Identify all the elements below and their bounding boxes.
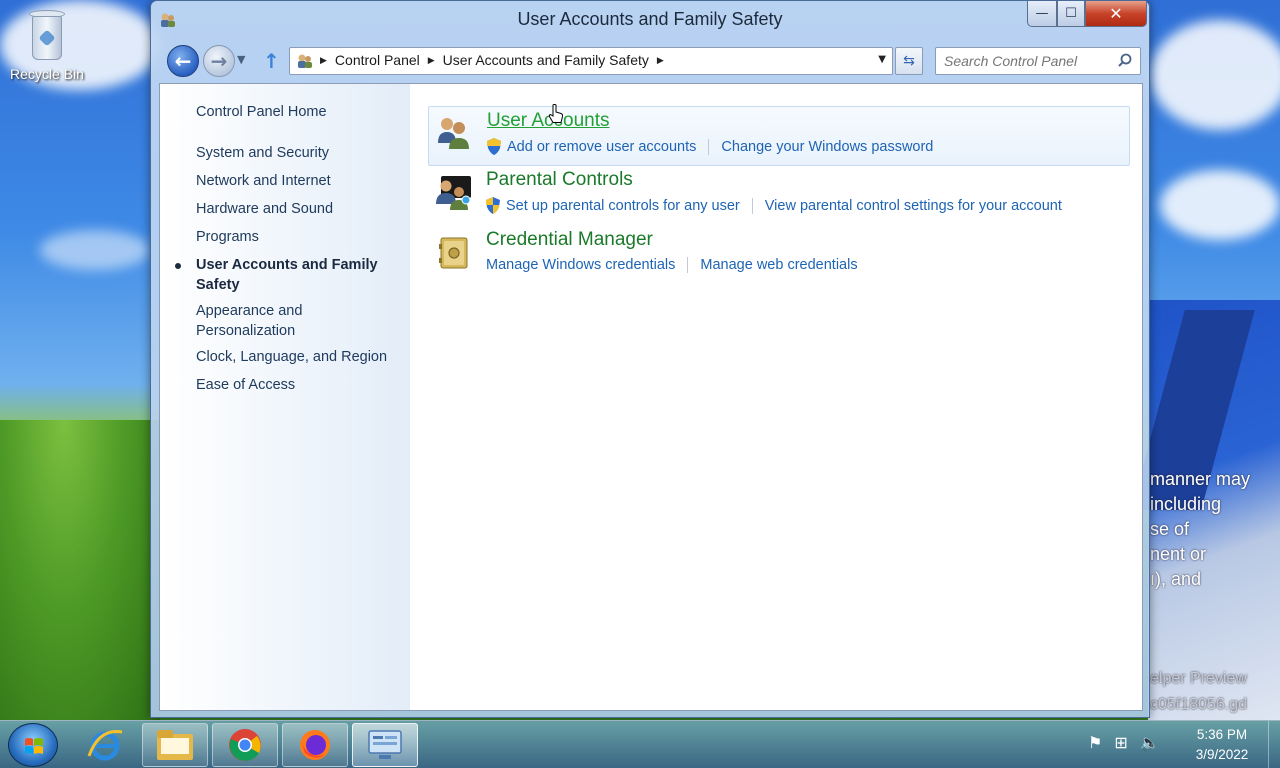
show-desktop-button[interactable] [1268, 721, 1280, 768]
sidebar-item-ease-of-access[interactable]: Ease of Access [196, 375, 396, 395]
search-input[interactable] [936, 48, 1112, 74]
sidebar-item-system-and-security[interactable]: System and Security [196, 143, 396, 163]
control-panel-icon [368, 730, 402, 759]
search-box[interactable] [935, 47, 1141, 75]
link-divider [708, 138, 710, 155]
minimize-button[interactable]: — [1027, 1, 1057, 27]
category-title[interactable]: Parental Controls [486, 169, 633, 191]
sidebar-item-user-accounts[interactable]: User Accounts and Family Safety [175, 255, 396, 295]
firefox-icon [300, 730, 330, 760]
desktop-text-line: nent or [1150, 544, 1207, 564]
internet-explorer-icon [87, 730, 123, 761]
uac-shield-icon [487, 138, 501, 155]
window-title: User Accounts and Family Safety [517, 9, 783, 29]
breadcrumb: ▶ Control Panel ▶ User Accounts and Fami… [320, 52, 664, 68]
file-explorer-icon [157, 730, 193, 760]
set-up-parental-controls-link[interactable]: Set up parental controls for any user [506, 198, 740, 214]
recent-pages-dropdown[interactable]: ▼ [237, 53, 245, 66]
chrome-taskbar-button[interactable] [212, 723, 278, 767]
system-tray: ⚑ ⊞ 🔈 [1088, 733, 1160, 752]
forward-button[interactable]: → [203, 45, 235, 77]
parental-controls-icon [436, 176, 471, 210]
action-center-flag-icon[interactable]: ⚑ [1088, 733, 1102, 752]
desktop-hill [0, 420, 160, 720]
current-bullet-icon [175, 263, 181, 269]
recycle-bin-icon [26, 6, 68, 62]
address-dropdown-icon[interactable]: ▼ [878, 54, 886, 65]
desktop-text-line: ı), and [1150, 569, 1202, 589]
address-bar[interactable]: ▶ Control Panel ▶ User Accounts and Fami… [289, 47, 893, 75]
add-remove-user-accounts-link[interactable]: Add or remove user accounts [507, 139, 696, 155]
search-icon[interactable] [1118, 53, 1132, 67]
close-button[interactable]: ✕ [1085, 1, 1147, 27]
desktop-text-line: c05f18056.gd [1150, 696, 1247, 713]
chevron-right-icon[interactable]: ▶ [657, 55, 664, 66]
refresh-button[interactable]: ⇆ [895, 47, 923, 75]
chevron-right-icon[interactable]: ▶ [428, 55, 435, 66]
control-panel-window: User Accounts and Family Safety — ☐ ✕ ← … [150, 0, 1150, 718]
chrome-icon [229, 729, 261, 761]
content-area: Control Panel Home System and Security N… [159, 83, 1143, 711]
up-arrow-icon[interactable]: ↑ [263, 49, 280, 73]
maximize-button[interactable]: ☐ [1057, 1, 1085, 27]
manage-web-credentials-link[interactable]: Manage web credentials [700, 257, 857, 273]
sidebar-item-network-and-internet[interactable]: Network and Internet [196, 171, 396, 191]
desktop-text-line: manner may [1150, 469, 1251, 489]
desktop-text-line: se of [1150, 519, 1190, 539]
link-divider [751, 197, 753, 214]
control-panel-icon [298, 54, 312, 68]
desktop-text-line: elper Preview [1150, 670, 1247, 687]
volume-icon[interactable]: 🔈 [1140, 733, 1160, 752]
recycle-bin-desktop-icon[interactable]: Recycle Bin [4, 6, 90, 82]
view-parental-control-settings-link[interactable]: View parental control settings for your … [765, 198, 1062, 214]
category-user-accounts[interactable]: User Accounts Add or remove user account… [428, 106, 1130, 166]
hand-cursor-icon [549, 104, 563, 123]
change-windows-password-link[interactable]: Change your Windows password [721, 139, 933, 155]
clock-date: 3/9/2022 [1195, 747, 1249, 762]
sidebar: Control Panel Home System and Security N… [160, 84, 410, 710]
sidebar-item-clock-language-region[interactable]: Clock, Language, and Region [196, 347, 396, 367]
control-panel-taskbar-button[interactable] [352, 723, 418, 767]
sidebar-item-control-panel-home[interactable]: Control Panel Home [196, 102, 396, 122]
sidebar-item-programs[interactable]: Programs [196, 227, 396, 247]
clock-time: 5:36 PM [1196, 727, 1248, 742]
start-button[interactable] [8, 723, 58, 767]
title-bar[interactable]: User Accounts and Family Safety — ☐ ✕ [151, 1, 1149, 39]
taskbar: ⚑ ⊞ 🔈 5:36 PM 3/9/2022 [0, 720, 1280, 768]
category-parental-controls[interactable]: Parental Controls Set up parental contro… [428, 166, 1130, 226]
users-icon [438, 118, 469, 149]
sidebar-item-label: User Accounts and Family Safety [196, 257, 378, 293]
system-clock[interactable]: 5:36 PM 3/9/2022 [1180, 725, 1264, 765]
uac-shield-icon [486, 197, 500, 214]
windows-logo-icon [25, 738, 43, 754]
breadcrumb-control-panel[interactable]: Control Panel [335, 52, 420, 68]
file-explorer-taskbar-button[interactable] [142, 723, 208, 767]
desktop-text-line: including [1150, 494, 1222, 514]
internet-explorer-taskbar-button[interactable] [72, 723, 138, 767]
manage-windows-credentials-link[interactable]: Manage Windows credentials [486, 257, 675, 273]
sidebar-item-appearance[interactable]: Appearance and Personalization [196, 301, 346, 341]
category-title[interactable]: Credential Manager [486, 229, 653, 251]
recycle-bin-label: Recycle Bin [10, 66, 84, 82]
back-button[interactable]: ← [167, 45, 199, 77]
sidebar-item-hardware-and-sound[interactable]: Hardware and Sound [196, 199, 396, 219]
credential-vault-icon [439, 237, 468, 269]
breadcrumb-user-accounts[interactable]: User Accounts and Family Safety [443, 52, 649, 68]
link-divider [687, 257, 689, 273]
chevron-right-icon[interactable]: ▶ [320, 55, 327, 66]
firefox-taskbar-button[interactable] [282, 723, 348, 767]
network-icon[interactable]: ⊞ [1114, 733, 1127, 752]
category-credential-manager[interactable]: Credential Manager Manage Windows creden… [428, 226, 1130, 286]
navigation-bar: ← → ▼ ↑ ▶ Control Panel ▶ User Accounts … [165, 43, 1143, 79]
